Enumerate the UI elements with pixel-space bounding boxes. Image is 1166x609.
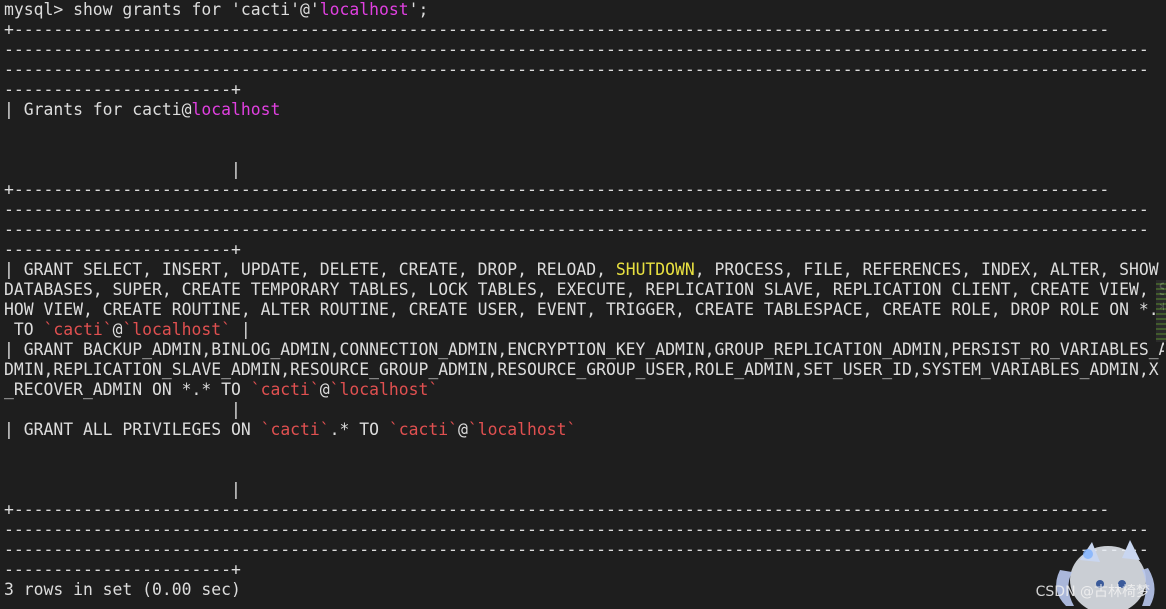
table-row-cont: DMIN,REPLICATION_SLAVE_ADMIN,RESOURCE_GR… (4, 360, 1159, 379)
grant1-keyword: SHUTDOWN (615, 260, 695, 279)
table-row: | GRANT SELECT, INSERT, UPDATE, DELETE, … (4, 260, 1164, 280)
grant2-text: _RECOVER_ADMIN ON *.* TO (4, 380, 251, 399)
result-summary: 3 rows in set (0.00 sec) (4, 580, 241, 599)
table-border: ----------------------------------------… (4, 540, 1149, 559)
table-row-cont: _RECOVER_ADMIN ON *.* TO `cacti`@`localh… (4, 380, 1164, 400)
table-border: +---------------------------------------… (4, 20, 1110, 39)
grant1-text: , PROCESS, FILE, REFERENCES, INDEX, ALTE… (694, 260, 1159, 279)
grant3-text: .* TO (329, 420, 389, 439)
grant3-host: `localhost` (467, 420, 577, 439)
grant1-user: `cacti` (43, 320, 113, 339)
header-host: localhost (191, 100, 281, 119)
table-border: ----------------------------------------… (4, 200, 1149, 219)
table-row-cont: DATABASES, SUPER, CREATE TEMPORARY TABLE… (4, 280, 1164, 299)
prompt-text: mysql> show grants for 'cacti'@' (4, 0, 320, 19)
column-header: | Grants for cacti@localhost (4, 100, 1164, 120)
grant2-host: `localhost` (329, 380, 439, 399)
command-prompt-line: mysql> show grants for 'cacti'@'localhos… (4, 0, 1164, 20)
grant2-at: @ (319, 380, 330, 399)
grant3-user: `cacti` (388, 420, 458, 439)
grant3-text: | GRANT ALL PRIVILEGES ON (4, 420, 261, 439)
grant1-end: | (231, 320, 251, 339)
grant1-text: | GRANT SELECT, INSERT, UPDATE, DELETE, … (4, 260, 616, 279)
grant1-host: `localhost` (122, 320, 231, 339)
prompt-end: '; (408, 0, 429, 19)
table-border: ----------------------------------------… (4, 40, 1149, 59)
row-pipe: | (4, 400, 241, 419)
prompt-host: localhost (319, 0, 409, 19)
table-border: -----------------------+ (4, 240, 241, 259)
table-border: -----------------------+ (4, 80, 241, 99)
table-border: ----------------------------------------… (4, 60, 1149, 79)
table-border: ----------------------------------------… (4, 220, 1149, 239)
scrollbar-marker[interactable] (1156, 280, 1166, 342)
grant1-to: TO (4, 320, 44, 339)
row-pipe: | (4, 480, 241, 499)
header-label: | Grants for cacti@ (4, 100, 192, 119)
terminal-window[interactable]: mysql> show grants for 'cacti'@'localhos… (4, 0, 1164, 609)
grant1-at: @ (112, 320, 123, 339)
table-border: +---------------------------------------… (4, 180, 1110, 199)
table-row-cont: TO `cacti`@`localhost` | (4, 320, 1164, 340)
table-border: +---------------------------------------… (4, 500, 1110, 519)
table-row-cont: HOW VIEW, CREATE ROUTINE, ALTER ROUTINE,… (4, 300, 1164, 319)
header-pipe: | (4, 160, 241, 179)
grant2-user: `cacti` (250, 380, 320, 399)
grant3-db: `cacti` (260, 420, 330, 439)
table-border: ----------------------------------------… (4, 520, 1149, 539)
table-border: -----------------------+ (4, 560, 241, 579)
csdn-watermark: CSDN @古林椅梦 (1035, 584, 1150, 600)
grant3-at: @ (457, 420, 468, 439)
table-row: | GRANT ALL PRIVILEGES ON `cacti`.* TO `… (4, 420, 1164, 440)
table-row: | GRANT BACKUP_ADMIN,BINLOG_ADMIN,CONNEC… (4, 340, 1164, 359)
